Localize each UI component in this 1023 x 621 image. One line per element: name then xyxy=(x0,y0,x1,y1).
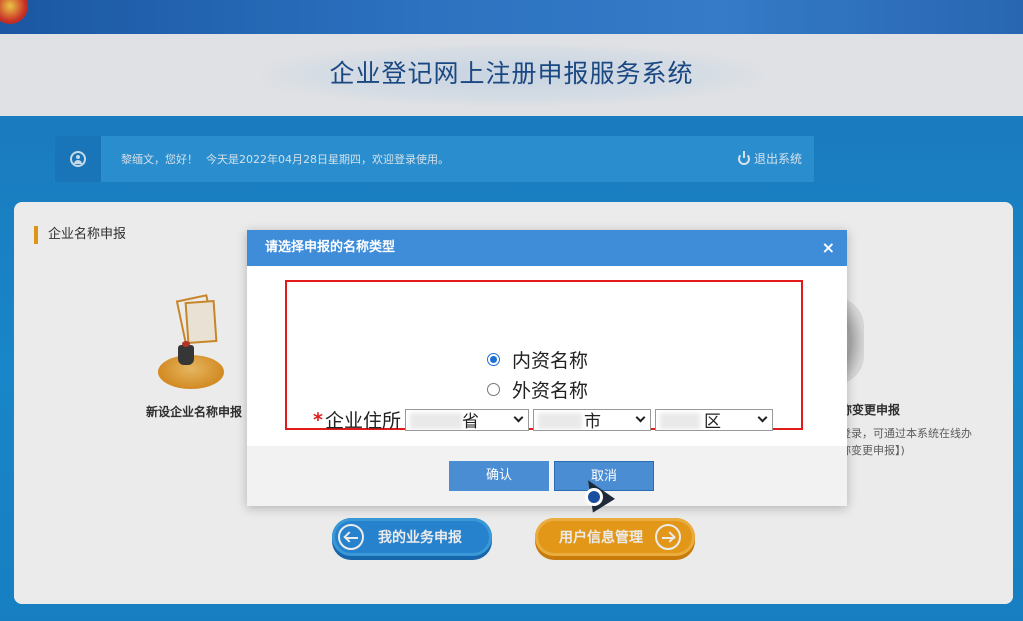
close-icon[interactable]: × xyxy=(822,230,835,266)
chevron-down-icon xyxy=(513,412,524,423)
province-select[interactable]: 省 xyxy=(404,408,529,431)
confirm-button[interactable]: 确认 xyxy=(449,461,549,491)
district-value: 区 xyxy=(703,412,721,431)
foreign-name-option[interactable]: 外资名称 xyxy=(487,376,588,403)
dialog-header: 请选择申报的名称类型 × xyxy=(247,230,847,266)
chevron-down-icon xyxy=(757,412,768,423)
chevron-down-icon xyxy=(635,412,646,423)
dialog-body: 内资名称 外资名称 * 企业住所 省 市 区 xyxy=(247,266,847,446)
required-star: * xyxy=(313,408,323,431)
province-value: 省 xyxy=(461,412,479,431)
domestic-name-option[interactable]: 内资名称 xyxy=(487,346,588,373)
click-indicator-icon xyxy=(585,488,603,506)
foreign-name-label: 外资名称 xyxy=(512,380,589,402)
radio-foreign[interactable] xyxy=(487,383,500,396)
dialog-footer: 确认 取消 xyxy=(247,446,847,506)
city-value: 市 xyxy=(583,412,601,431)
address-label: 企业住所 xyxy=(324,410,401,432)
company-address-row: * 企业住所 省 市 区 xyxy=(313,406,773,433)
radio-domestic[interactable] xyxy=(487,353,500,366)
dialog-title: 请选择申报的名称类型 xyxy=(265,240,396,255)
name-type-dialog: 请选择申报的名称类型 × 内资名称 外资名称 * 企业住所 省 市 区 确认 取… xyxy=(247,230,847,506)
city-select[interactable]: 市 xyxy=(532,408,651,431)
district-select[interactable]: 区 xyxy=(654,408,773,431)
domestic-name-label: 内资名称 xyxy=(512,350,589,372)
